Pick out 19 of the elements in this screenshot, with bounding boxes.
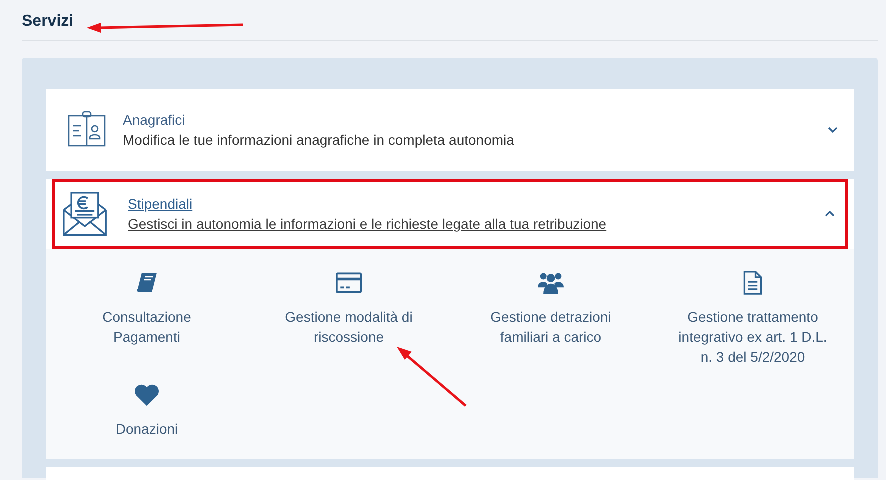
section-title[interactable]: Anagrafici: [123, 110, 186, 130]
envelope-euro-icon: [61, 191, 109, 237]
chevron-up-icon[interactable]: [825, 211, 835, 217]
page-title: Servizi: [22, 12, 74, 32]
service-link[interactable]: Gestione modalità di riscossione: [248, 271, 450, 367]
annotation-arrow: [397, 347, 467, 407]
heart-icon: [134, 383, 160, 407]
service-link[interactable]: Gestione detrazioni familiari a carico: [450, 271, 652, 367]
people-icon: [538, 271, 564, 295]
service-link[interactable]: Gestione trattamento integrativo ex art. 1 D.L. n. 3 del 5/2/2020: [652, 271, 854, 367]
section-title[interactable]: Stipendiali: [128, 194, 193, 214]
accordion-header[interactable]: Stipendiali Gestisci in autonomia le informazioni e le richieste legate alla tua retribuzione: [52, 179, 848, 249]
credit-card-icon: [336, 271, 362, 295]
service-link[interactable]: Consultazione Pagamenti: [46, 271, 248, 367]
id-card-icon: [68, 111, 106, 149]
section-description: Modifica le tue informazioni anagrafiche in completa autonomia: [123, 131, 514, 150]
chevron-down-icon[interactable]: [828, 127, 838, 133]
service-link[interactable]: Donazioni: [46, 383, 248, 439]
section-description: Gestisci in autonomia le informazioni e le richieste legate alla tua retribuzione: [128, 215, 607, 234]
